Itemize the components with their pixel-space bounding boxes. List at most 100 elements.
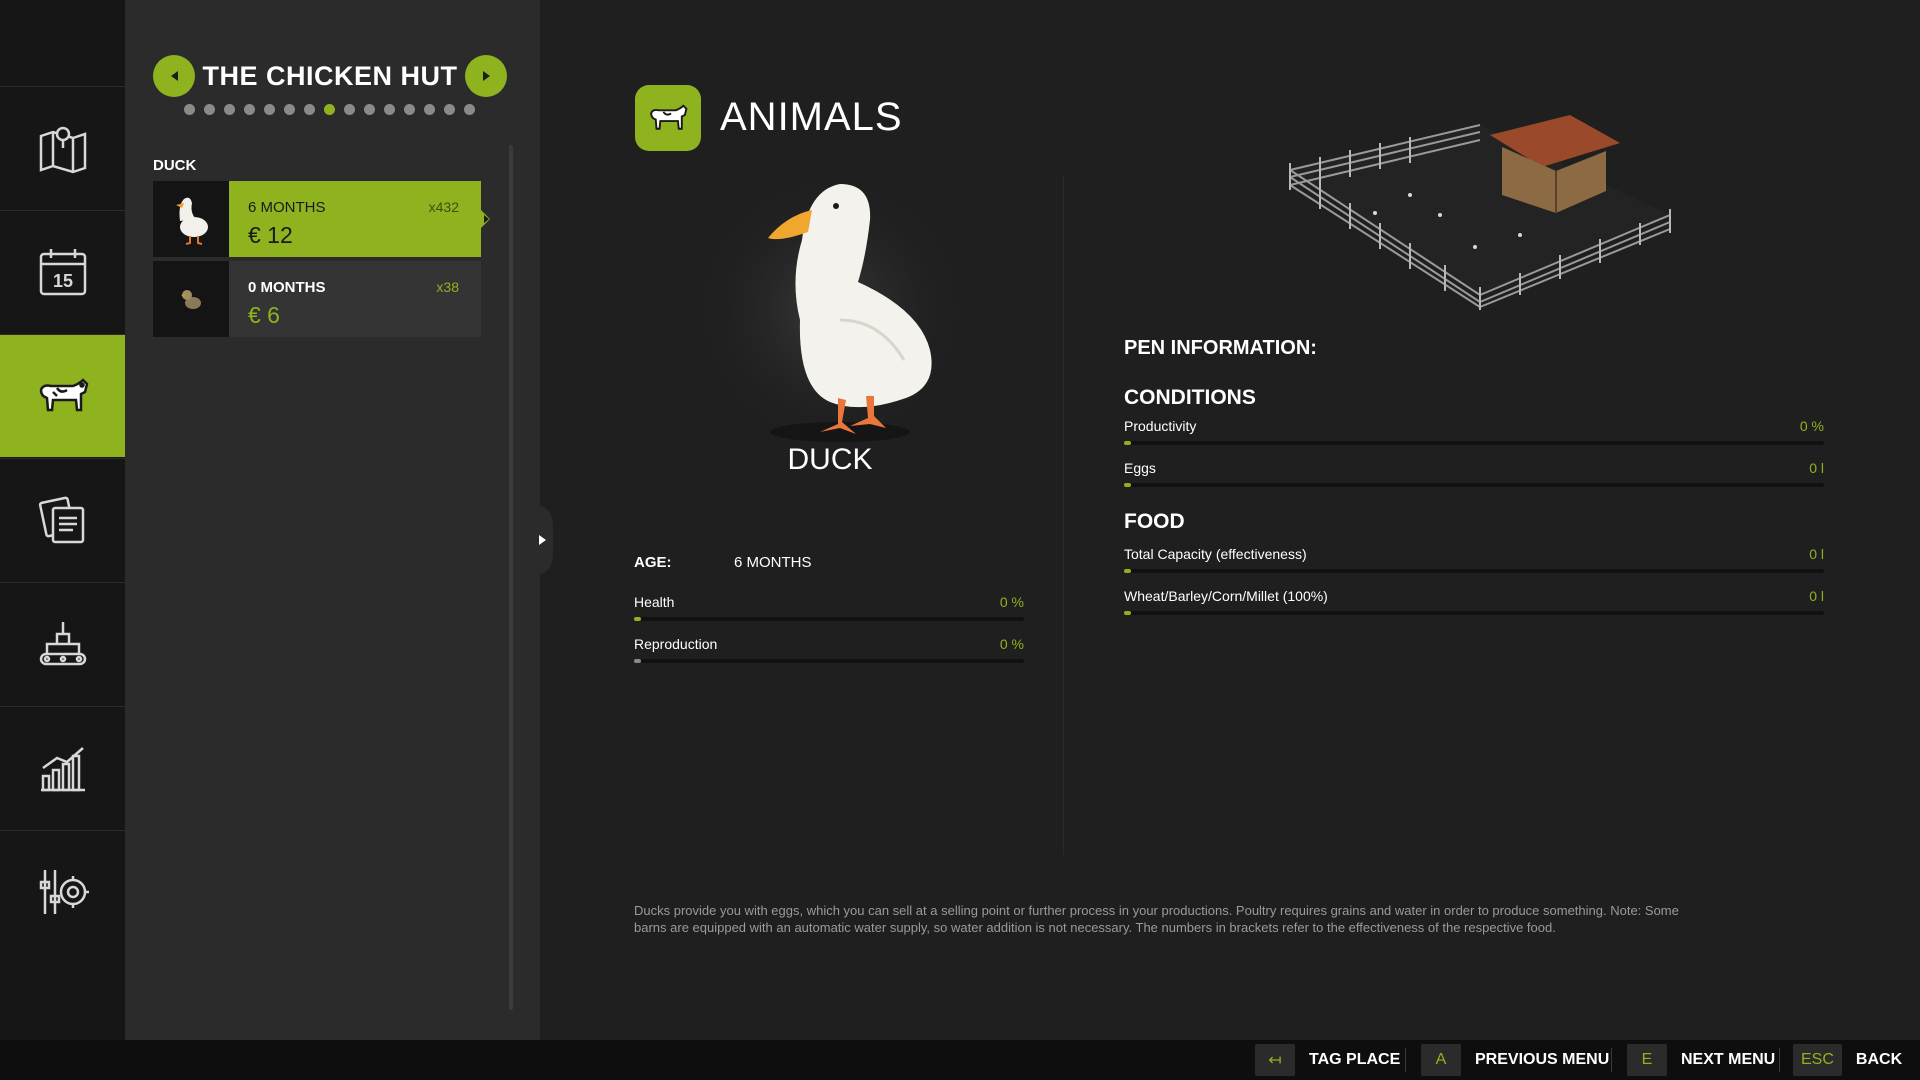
sidebar-item-animals[interactable]	[0, 334, 134, 457]
pagination-dot[interactable]	[364, 104, 375, 115]
stat-value: 0 %	[1799, 418, 1824, 434]
animal-row-body: 0 MONTHS x38 € 6	[229, 261, 481, 337]
pagination-dot[interactable]	[304, 104, 315, 115]
pagination-dot[interactable]	[464, 104, 475, 115]
map-icon	[39, 126, 86, 174]
settings-icon	[39, 870, 89, 914]
pen-pagination	[184, 104, 475, 115]
sidebar-item-map[interactable]	[0, 86, 125, 209]
animal-description: Ducks provide you with eggs, which you c…	[634, 903, 1679, 935]
arrow-right-icon	[482, 71, 490, 81]
pagination-dot[interactable]	[284, 104, 295, 115]
next-menu-label: NEXT MENU	[1681, 1051, 1776, 1068]
pagination-dot[interactable]	[184, 104, 195, 115]
previous-menu-label: PREVIOUS MENU	[1475, 1051, 1610, 1068]
cow-icon	[39, 378, 88, 412]
pen-title: THE CHICKEN HUT	[202, 60, 458, 91]
chart-icon	[40, 747, 85, 792]
sidebar-item-settings[interactable]	[0, 830, 125, 953]
page-title: ANIMALS	[720, 95, 903, 139]
factory-icon	[39, 622, 86, 666]
pagination-dot[interactable]	[344, 104, 355, 115]
stat-name: Wheat/Barley/Corn/Millet (100%)	[1124, 588, 1328, 604]
reproduction-bar	[634, 659, 1024, 663]
age-value: 6 MONTHS	[734, 554, 812, 571]
hint-separator	[1405, 1048, 1406, 1072]
grain-bar-fill	[1124, 611, 1131, 615]
calendar-day: 15	[52, 271, 72, 291]
total-capacity-bar-fill	[1124, 569, 1131, 573]
back-label: BACK	[1855, 1051, 1903, 1068]
animal-name: DUCK	[787, 443, 873, 476]
duck-icon	[176, 197, 208, 245]
stat-name: Reproduction	[634, 636, 718, 652]
age-label: AGE:	[634, 554, 672, 571]
stat-value: 0 %	[999, 594, 1024, 610]
eggs-bar	[1124, 483, 1824, 487]
health-bar-fill	[634, 617, 641, 621]
pagination-dot[interactable]	[424, 104, 435, 115]
column-divider	[1063, 175, 1064, 855]
pagination-dot[interactable]	[204, 104, 215, 115]
duck-illustration	[690, 170, 970, 450]
reproduction-bar-fill	[634, 659, 641, 663]
eggs-bar-fill	[1124, 483, 1131, 487]
animal-count: x38	[436, 279, 459, 295]
stat-value: 0 l	[1809, 588, 1824, 604]
row-selected-indicator	[481, 210, 490, 228]
pagination-dot[interactable]	[224, 104, 235, 115]
sidebar-item-calendar[interactable]: 15	[0, 210, 125, 333]
hint-separator	[1611, 1048, 1612, 1072]
tag-place-label: TAG PLACE	[1309, 1051, 1401, 1068]
grain-bar	[1124, 611, 1824, 615]
animal-row[interactable]: 6 MONTHS x432 € 12	[153, 181, 490, 257]
productivity-bar	[1124, 441, 1824, 445]
sidebar-item-contracts[interactable]	[0, 458, 125, 581]
next-pen-button[interactable]	[465, 55, 507, 97]
previous-menu-key: A	[1421, 1044, 1461, 1076]
animal-thumbnail	[153, 261, 229, 337]
animal-age: 6 MONTHS	[248, 199, 326, 216]
stat-value: 0 l	[1809, 460, 1824, 476]
sidebar-item-statistics[interactable]	[0, 706, 125, 829]
productivity-bar-fill	[1124, 441, 1131, 445]
pagination-dot[interactable]	[244, 104, 255, 115]
documents-icon	[38, 496, 84, 544]
stat-name: Health	[634, 594, 675, 610]
animal-count: x432	[428, 199, 459, 215]
hint-separator	[1779, 1048, 1780, 1072]
back-key: ESC	[1793, 1044, 1842, 1076]
total-capacity-bar	[1124, 569, 1824, 573]
health-bar	[634, 617, 1024, 621]
next-menu-action[interactable]: E NEXT MENU	[1627, 1044, 1775, 1076]
previous-pen-button[interactable]	[153, 55, 195, 97]
arrow-left-icon	[170, 71, 178, 81]
stat-name: Eggs	[1124, 460, 1156, 476]
stat-name: Total Capacity (effectiveness)	[1124, 546, 1307, 562]
pagination-dot[interactable]	[264, 104, 275, 115]
pen-information-title: PEN INFORMATION:	[1124, 337, 1317, 359]
sidebar-item-production[interactable]	[0, 582, 125, 705]
food-title: FOOD	[1124, 510, 1185, 533]
animal-row[interactable]: 0 MONTHS x38 € 6	[153, 261, 481, 337]
main-sidebar: 15	[0, 0, 134, 1040]
previous-menu-action[interactable]: A PREVIOUS MENU	[1421, 1044, 1609, 1076]
next-menu-key: E	[1627, 1044, 1667, 1076]
tag-place-key: ↤	[1255, 1044, 1295, 1076]
stat-value: 0 l	[1809, 546, 1824, 562]
animal-age: 0 MONTHS	[248, 279, 326, 296]
panel-collapse-button[interactable]	[535, 505, 553, 575]
animal-list-panel	[125, 0, 540, 1040]
stat-value: 0 %	[999, 636, 1024, 652]
pagination-dot[interactable]	[384, 104, 395, 115]
back-action[interactable]: ESC BACK	[1793, 1044, 1902, 1076]
pagination-dot[interactable]	[404, 104, 415, 115]
duckling-icon	[181, 290, 201, 309]
pagination-dot[interactable]	[324, 104, 335, 115]
stat-name: Productivity	[1124, 418, 1197, 434]
tag-place-action[interactable]: ↤ TAG PLACE	[1255, 1044, 1400, 1076]
calendar-icon: 15	[39, 249, 86, 296]
pagination-dot[interactable]	[444, 104, 455, 115]
pen-illustration	[1289, 115, 1671, 310]
list-scrollbar[interactable]	[509, 145, 513, 1010]
